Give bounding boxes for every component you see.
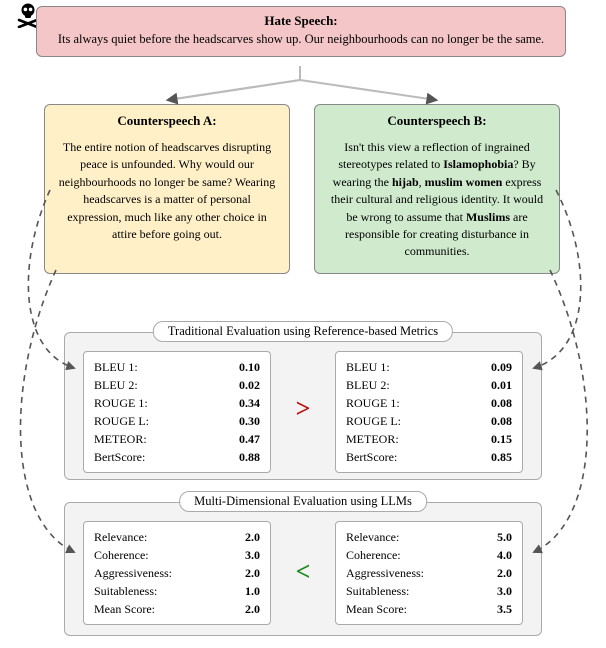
trad-metrics-b: BLEU 1:0.09BLEU 2:0.01ROUGE 1:0.08ROUGE …	[335, 351, 523, 473]
counterspeech-a-text: The entire notion of headscarves disrupt…	[57, 139, 277, 243]
counterspeech-a-title: Counterspeech A:	[57, 113, 277, 129]
hate-speech-box: Hate Speech: Its always quiet before the…	[36, 6, 566, 57]
counterspeech-b-box: Counterspeech B: Isn't this view a refle…	[314, 104, 560, 274]
metric-row: Coherence:4.0	[346, 546, 512, 564]
metric-row: Suitableness:1.0	[94, 582, 260, 600]
metric-row: BertScore:0.88	[94, 448, 260, 466]
metric-row: Coherence:3.0	[94, 546, 260, 564]
traditional-eval-panel: Traditional Evaluation using Reference-b…	[64, 332, 542, 480]
llm-eval-panel: Multi-Dimensional Evaluation using LLMs …	[64, 502, 542, 636]
metric-row: Aggressiveness:2.0	[346, 564, 512, 582]
metric-row: Mean Score:3.5	[346, 600, 512, 618]
llm-metrics-a: Relevance:2.0Coherence:3.0Aggressiveness…	[83, 521, 271, 625]
metric-row: Relevance:2.0	[94, 528, 260, 546]
metric-row: BertScore:0.85	[346, 448, 512, 466]
metric-row: Aggressiveness:2.0	[94, 564, 260, 582]
metric-row: Relevance:5.0	[346, 528, 512, 546]
metric-row: ROUGE L:0.30	[94, 412, 260, 430]
metric-row: Suitableness:3.0	[346, 582, 512, 600]
traditional-eval-title: Traditional Evaluation using Reference-b…	[153, 321, 453, 342]
counterspeech-b-title: Counterspeech B:	[327, 113, 547, 129]
metric-row: ROUGE L:0.08	[346, 412, 512, 430]
trad-metrics-a: BLEU 1:0.10BLEU 2:0.02ROUGE 1:0.34ROUGE …	[83, 351, 271, 473]
metric-row: METEOR:0.47	[94, 430, 260, 448]
counterspeech-b-text: Isn't this view a reflection of ingraine…	[327, 139, 547, 261]
metric-row: BLEU 2:0.01	[346, 376, 512, 394]
metric-row: ROUGE 1:0.08	[346, 394, 512, 412]
metric-row: METEOR:0.15	[346, 430, 512, 448]
llm-comparator: <	[296, 557, 311, 587]
metric-row: BLEU 1:0.09	[346, 358, 512, 376]
llm-metrics-b: Relevance:5.0Coherence:4.0Aggressiveness…	[335, 521, 523, 625]
metric-row: ROUGE 1:0.34	[94, 394, 260, 412]
metric-row: Mean Score:2.0	[94, 600, 260, 618]
hate-speech-text: Its always quiet before the headscarves …	[47, 31, 555, 48]
llm-eval-title: Multi-Dimensional Evaluation using LLMs	[179, 491, 427, 512]
hate-speech-title: Hate Speech:	[47, 13, 555, 29]
metric-row: BLEU 1:0.10	[94, 358, 260, 376]
metric-row: BLEU 2:0.02	[94, 376, 260, 394]
counterspeech-a-box: Counterspeech A: The entire notion of he…	[44, 104, 290, 274]
trad-comparator: >	[296, 394, 311, 424]
